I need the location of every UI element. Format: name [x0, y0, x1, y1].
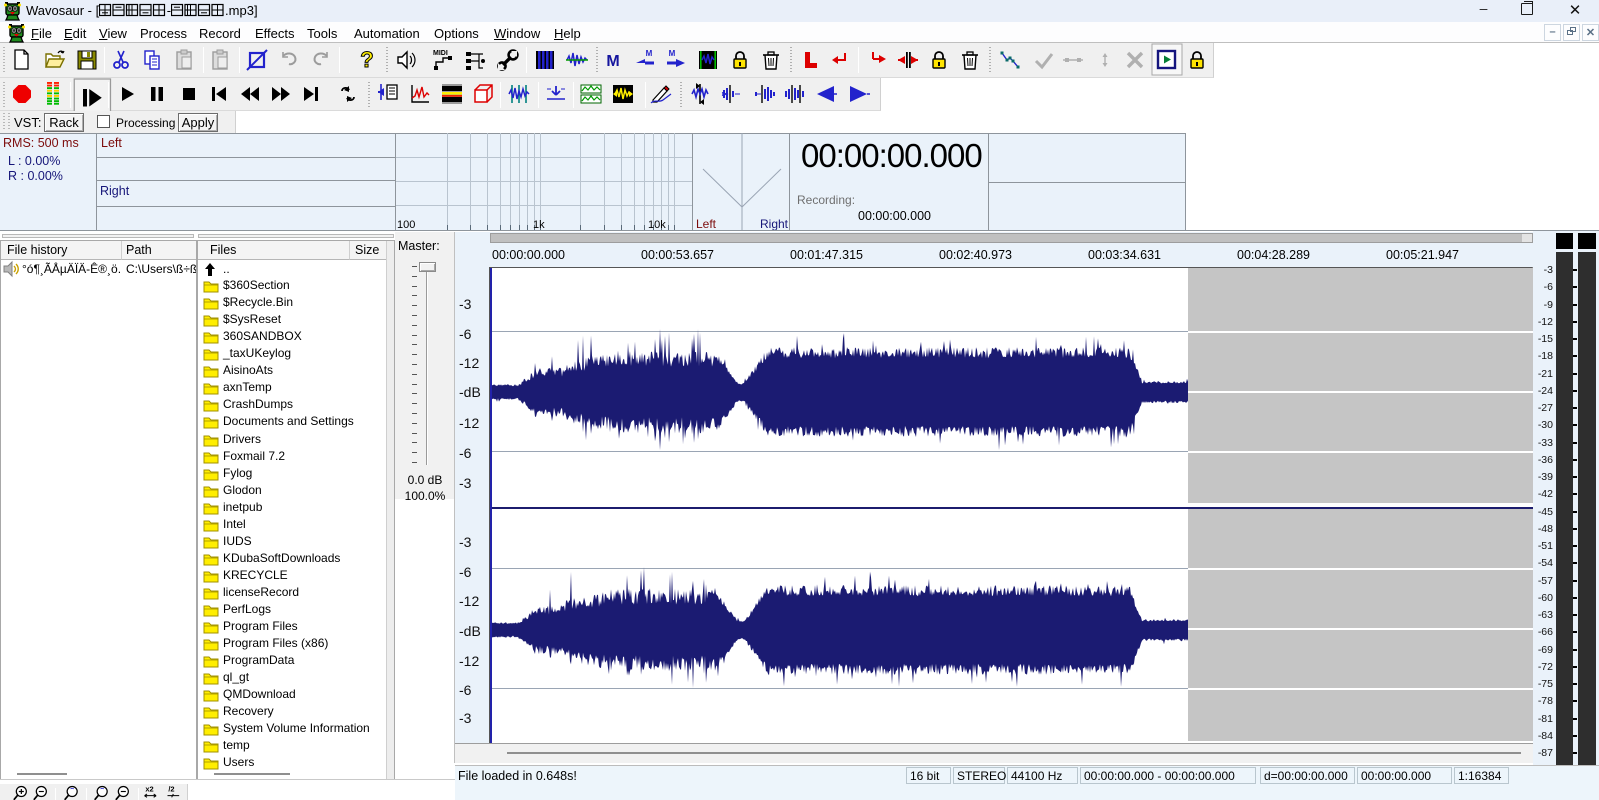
- svg-text:MIDI: MIDI: [433, 50, 448, 57]
- svg-text:/2: /2: [168, 785, 174, 794]
- svg-text:M: M: [646, 49, 653, 58]
- svg-text:?: ?: [360, 47, 373, 72]
- svg-text:M: M: [606, 53, 619, 70]
- svg-text:M: M: [669, 49, 676, 58]
- svg-text:x2: x2: [145, 785, 153, 794]
